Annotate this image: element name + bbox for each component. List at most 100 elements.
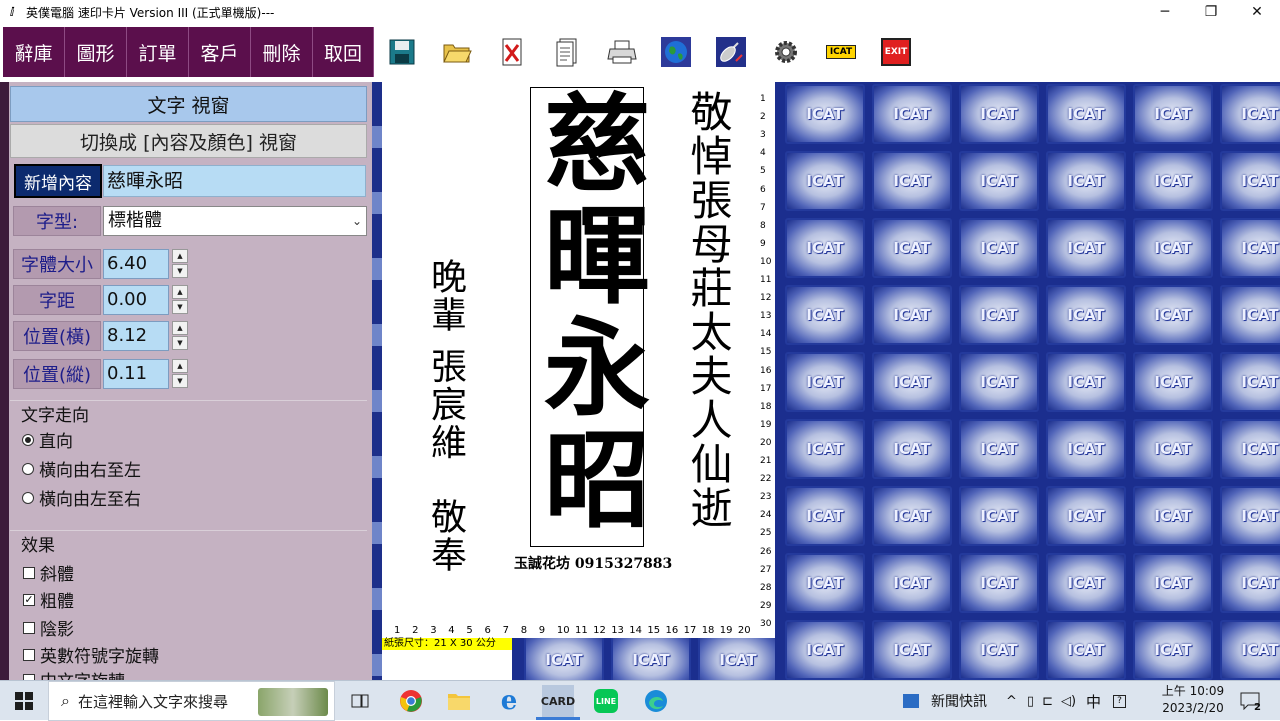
card-left-text-2[interactable]: 敬奉 (425, 498, 466, 574)
icat-tile: ICAT (1220, 285, 1280, 345)
clock[interactable]: 上午 10:09 2023/2/20 (1158, 683, 1228, 717)
notification-icon[interactable]: 2 (1236, 687, 1264, 715)
radio-icon[interactable] (22, 491, 34, 504)
up-arrow-icon[interactable]: ▲ (172, 359, 188, 373)
ruler-mark: 10 (760, 256, 772, 267)
effect-italic[interactable]: 斜體 (23, 560, 74, 585)
file-explorer-icon[interactable] (443, 685, 475, 717)
direction-option-ltr[interactable]: 橫向由左至右 (22, 485, 141, 510)
effect-rotate-alnum[interactable]: 英數符號字旋轉 (23, 642, 159, 667)
checkbox-icon[interactable] (23, 648, 35, 661)
ruler-mark: 16 (760, 365, 772, 376)
up-arrow-icon[interactable]: ▲ (172, 321, 188, 335)
card-canvas[interactable]: 敬悼張母莊太夫人仙逝 慈暉永昭 晚輩 張宸維 敬奉 玉誠花坊 091532788… (382, 84, 760, 624)
icat-tile: ICAT (872, 84, 952, 144)
windows-start-icon[interactable] (0, 681, 48, 721)
card-shop-line[interactable]: 玉誠花坊 0915327883 (514, 553, 672, 573)
card-main-text[interactable]: 慈暉永昭 (526, 88, 651, 536)
delete-file-icon[interactable] (496, 36, 528, 68)
position-x-stepper[interactable]: ▲ ▼ (172, 321, 188, 351)
icat-logo-icon[interactable]: ICAT (824, 36, 858, 68)
ime-indicator[interactable]: 中 (1086, 691, 1101, 712)
up-arrow-icon[interactable]: ▲ (172, 285, 188, 299)
satellite-icon[interactable] (715, 36, 747, 68)
network-icon[interactable]: ⊏ (1042, 694, 1053, 709)
checkbox-icon[interactable] (23, 566, 35, 579)
spacing-input[interactable]: 0.00 (103, 285, 169, 315)
open-folder-icon[interactable] (441, 36, 473, 68)
settings-icon[interactable] (770, 36, 802, 68)
minimize-button[interactable]: ─ (1142, 0, 1188, 24)
document-icon[interactable] (551, 36, 583, 68)
down-arrow-icon[interactable]: ▼ (172, 336, 188, 350)
position-y-stepper[interactable]: ▲ ▼ (172, 359, 188, 389)
direction-option-vertical[interactable]: 直向 (22, 427, 73, 452)
effect-shadow[interactable]: 陰影 (23, 615, 74, 640)
tray-icons[interactable]: ^ ▯ ⊏ ◁) 中 ? (1006, 681, 1127, 721)
battery-icon[interactable]: ▯ (1027, 694, 1034, 709)
effect-bold[interactable]: ✓ 粗體 (23, 587, 74, 612)
menu-delete-button[interactable]: 刪除 (251, 27, 313, 77)
close-button[interactable]: ✕ (1234, 0, 1280, 24)
menu-dictionary-button[interactable]: 辭庫 (3, 27, 65, 77)
position-y-input[interactable]: 0.11 (103, 359, 169, 389)
font-size-input[interactable]: 6.40 (103, 249, 169, 279)
checkbox-checked-icon[interactable]: ✓ (23, 593, 35, 606)
chrome-icon[interactable] (395, 685, 427, 717)
chevron-up-icon[interactable]: ^ (1006, 694, 1017, 709)
menu-orders-button[interactable]: 訂單 (127, 27, 189, 77)
content-input[interactable]: 慈暉永昭 (103, 165, 366, 197)
down-arrow-icon[interactable]: ▼ (172, 300, 188, 314)
card-right-text[interactable]: 敬悼張母莊太夫人仙逝 (684, 90, 733, 530)
task-view-icon[interactable] (344, 685, 376, 717)
direction-option-rtl[interactable]: 橫向由右至左 (22, 456, 141, 481)
radio-checked-icon[interactable] (22, 433, 34, 446)
main-text-box[interactable]: 慈暉永昭 (526, 87, 651, 547)
icat-tile: ICAT (524, 638, 604, 680)
taskbar-search[interactable]: ⌕ 在這裡輸入文字來搜尋 (48, 681, 335, 721)
edge-icon[interactable] (640, 685, 672, 717)
add-content-button[interactable]: 新增內容 (14, 164, 102, 198)
volume-icon[interactable]: ◁) (1061, 694, 1076, 709)
search-highlight-image (258, 688, 328, 716)
horizontal-ruler: 1 2 3 4 5 6 7 8 9 10 11 12 13 14 15 16 17 18 19 20 (382, 624, 760, 638)
down-arrow-icon[interactable]: ▼ (172, 374, 188, 388)
spacing-stepper[interactable]: ▲ ▼ (172, 285, 188, 315)
menu-graphics-button[interactable]: 圖形 (65, 27, 127, 77)
icat-tile: ICAT (872, 151, 952, 211)
ruler-mark: 7 (760, 202, 766, 213)
line-icon[interactable]: LINE (590, 685, 622, 717)
font-size-stepper[interactable]: ▲ ▼ (172, 249, 188, 279)
card-left-text-1[interactable]: 晚輩 張宸維 (425, 258, 466, 461)
icat-logo-label: ICAT (826, 45, 856, 59)
news-widget[interactable]: 新聞快訊 (903, 681, 987, 721)
ruler-mark: 17 (760, 383, 772, 394)
internet-explorer-icon[interactable]: e (493, 685, 525, 717)
icat-tile: ICAT (1220, 84, 1280, 144)
ruler-mark: 5 (760, 166, 766, 177)
radio-icon[interactable] (22, 462, 34, 475)
font-select[interactable]: 標楷體 ⌄ (103, 206, 367, 236)
down-arrow-icon[interactable]: ▼ (172, 264, 188, 278)
save-icon[interactable] (386, 36, 418, 68)
maximize-button[interactable]: ❐ (1188, 0, 1234, 24)
icat-tile: ICAT (959, 151, 1039, 211)
printer-icon[interactable] (606, 36, 638, 68)
direction-group: 文字走向 直向 橫向由右至左 橫向由左至右 (10, 400, 367, 512)
position-x-input[interactable]: 8.12 (103, 321, 169, 351)
up-arrow-icon[interactable]: ▲ (172, 249, 188, 263)
ime-mode-icon[interactable]: ? (1113, 694, 1127, 708)
icat-tile: ICAT (1046, 419, 1126, 479)
effect-rotate-chinese[interactable]: 中文字旋轉 (23, 667, 125, 680)
globe-icon[interactable] (660, 36, 692, 68)
switch-view-button[interactable]: 切換成 [內容及顏色] 視窗 (10, 124, 367, 158)
icat-tile: ICAT (1220, 486, 1280, 546)
chevron-down-icon[interactable]: ⌄ (352, 207, 362, 235)
checkbox-icon[interactable] (23, 621, 35, 634)
menu-retrieve-button[interactable]: 取回 (313, 27, 374, 77)
exit-icon[interactable]: EXIT (880, 36, 912, 68)
icat-tile: ICAT (1046, 486, 1126, 546)
menu-customers-button[interactable]: 客戶 (189, 27, 251, 77)
card-app-taskbar-icon[interactable]: CARD (541, 685, 575, 717)
icat-tile: ICAT (1133, 285, 1213, 345)
